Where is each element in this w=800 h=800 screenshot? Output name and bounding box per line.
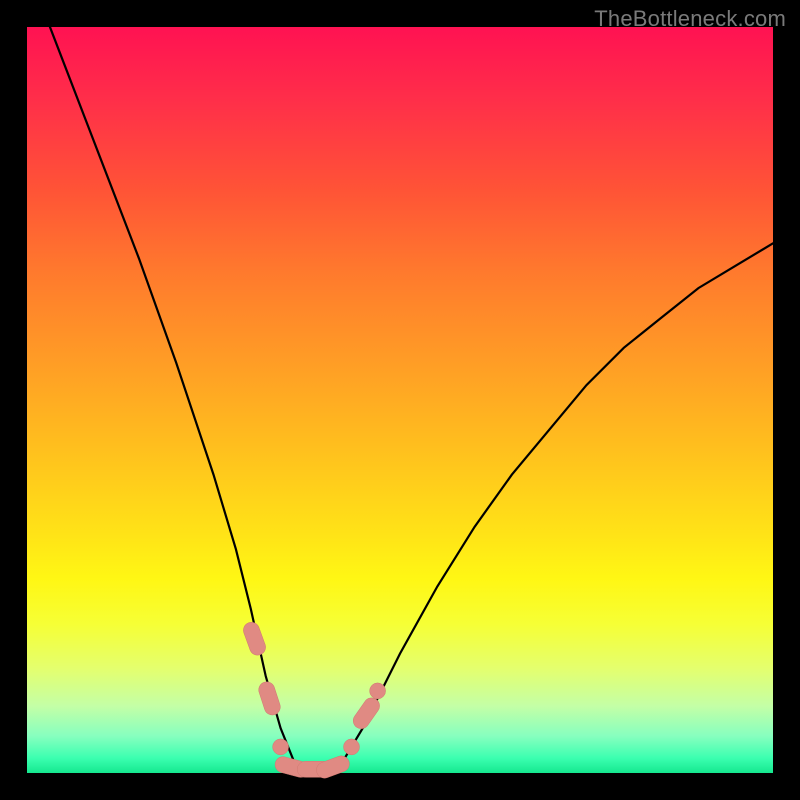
curve-marker [344, 739, 360, 755]
chart-frame: TheBottleneck.com [0, 0, 800, 800]
curve-marker [370, 683, 386, 699]
curve-marker [241, 620, 268, 657]
curve-marker [273, 739, 289, 755]
plot-area [27, 27, 773, 773]
watermark-text: TheBottleneck.com [594, 6, 786, 32]
curve-marker [314, 754, 351, 781]
curve-marker [257, 680, 283, 717]
bottleneck-curve [27, 27, 773, 773]
